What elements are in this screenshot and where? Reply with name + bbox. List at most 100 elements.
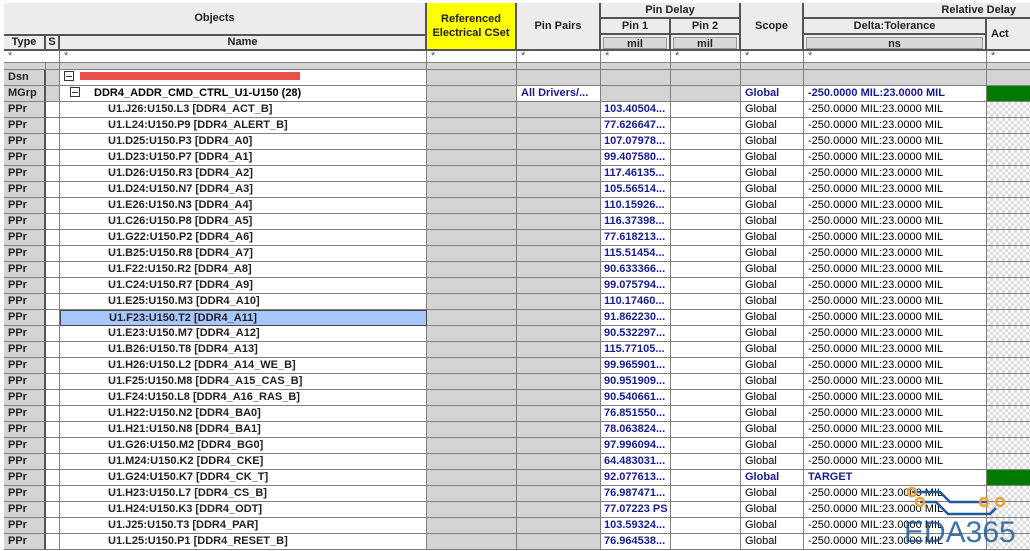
pin-pair-name[interactable]: U1.G24:U150.K7 [DDR4_CK_T]	[60, 470, 427, 486]
delta-tolerance-cell[interactable]: -250.0000 MIL:23.0000 MIL	[804, 326, 987, 342]
pin1-delay-value[interactable]: 77.07223 PS	[601, 502, 671, 518]
ref-cset-cell[interactable]	[427, 214, 517, 230]
pin1-delay-value[interactable]: 99.407580...	[601, 150, 671, 166]
pin-pair-name[interactable]: U1.G26:U150.M2 [DDR4_BG0]	[60, 438, 427, 454]
pin-pair-name[interactable]: U1.H24:U150.K3 [DDR4_ODT]	[60, 502, 427, 518]
pin1-delay-value[interactable]: 115.77105...	[601, 342, 671, 358]
ref-cset-cell[interactable]	[427, 486, 517, 502]
delta-tolerance-cell[interactable]: -250.0000 MIL:23.0000 MIL	[804, 454, 987, 470]
ref-cset-cell[interactable]	[427, 150, 517, 166]
pin-pairs-cell[interactable]	[517, 230, 601, 246]
scope-cell[interactable]: Global	[741, 422, 804, 438]
pin2-cell[interactable]	[671, 294, 741, 310]
pin2-cell[interactable]	[671, 422, 741, 438]
pin2-cell[interactable]	[671, 406, 741, 422]
pin2-cell[interactable]	[671, 390, 741, 406]
ref-cset-cell[interactable]	[427, 502, 517, 518]
pin1-delay-value[interactable]: 99.965901...	[601, 358, 671, 374]
delta-tolerance-header[interactable]: Delta:Tolerance	[804, 19, 987, 35]
scope-cell[interactable]: Global	[741, 502, 804, 518]
delta-tolerance-cell[interactable]: -250.0000 MIL:23.0000 MIL	[804, 246, 987, 262]
pin2-cell[interactable]	[671, 150, 741, 166]
pin2-cell[interactable]	[671, 214, 741, 230]
pin-pair-name[interactable]: U1.E26:U150.N3 [DDR4_A4]	[60, 198, 427, 214]
delta-tolerance-cell[interactable]: -250.0000 MIL:23.0000 MIL	[804, 86, 987, 102]
delta-tolerance-cell[interactable]: -250.0000 MIL:23.0000 MIL	[804, 534, 987, 550]
pin1-unit[interactable]: mil	[603, 37, 667, 49]
pin-pairs-cell[interactable]: All Drivers/...	[517, 86, 601, 102]
scope-cell[interactable]: Global	[741, 214, 804, 230]
pin1-delay-value[interactable]: 76.851550...	[601, 406, 671, 422]
pin2-cell[interactable]	[671, 86, 741, 102]
pin-pair-name[interactable]: U1.J25:U150.T3 [DDR4_PAR]	[60, 518, 427, 534]
ref-cset-cell[interactable]	[427, 422, 517, 438]
ref-cset-cell[interactable]	[427, 182, 517, 198]
pin1-header[interactable]: Pin 1	[601, 19, 671, 35]
pin2-cell[interactable]	[671, 134, 741, 150]
scope-cell[interactable]: Global	[741, 102, 804, 118]
pin-pairs-cell[interactable]	[517, 166, 601, 182]
pin2-cell[interactable]	[671, 182, 741, 198]
pin-pair-name[interactable]: U1.L25:U150.P1 [DDR4_RESET_B]	[60, 534, 427, 550]
delta-tolerance-cell[interactable]: -250.0000 MIL:23.0000 MIL	[804, 358, 987, 374]
pin-pair-name[interactable]: U1.D26:U150.R3 [DDR4_A2]	[60, 166, 427, 182]
scope-cell[interactable]: Global	[741, 438, 804, 454]
pin1-delay-value[interactable]: 91.862230...	[601, 310, 671, 326]
scope-cell[interactable]: Global	[741, 86, 804, 102]
delta-tolerance-cell[interactable]: -250.0000 MIL:23.0000 MIL	[804, 310, 987, 326]
filter-pin1[interactable]: *	[601, 51, 671, 63]
pin-pairs-cell[interactable]	[517, 326, 601, 342]
pin-pair-name[interactable]: U1.H21:U150.N8 [DDR4_BA1]	[60, 422, 427, 438]
scope-cell[interactable]: Global	[741, 326, 804, 342]
pin-pair-name[interactable]: U1.H22:U150.N2 [DDR4_BA0]	[60, 406, 427, 422]
scope-cell[interactable]: Global	[741, 230, 804, 246]
filter-act[interactable]: *	[987, 51, 1030, 63]
delta-tolerance-cell[interactable]: -250.0000 MIL:23.0000 MIL	[804, 166, 987, 182]
pin-pairs-cell[interactable]	[517, 374, 601, 390]
ref-cset-cell[interactable]	[427, 470, 517, 486]
pin1-delay-value[interactable]: 90.633366...	[601, 262, 671, 278]
filter-ref[interactable]: *	[427, 51, 517, 63]
delta-tolerance-cell[interactable]: TARGET	[804, 470, 987, 486]
design-name-cell[interactable]	[60, 70, 427, 86]
pin-pair-name[interactable]: U1.H26:U150.L2 [DDR4_A14_WE_B]	[60, 358, 427, 374]
pin2-cell[interactable]	[671, 518, 741, 534]
ref-cset-cell[interactable]	[427, 278, 517, 294]
filter-name[interactable]: *	[60, 51, 427, 63]
scope-cell[interactable]: Global	[741, 454, 804, 470]
delta-tolerance-cell[interactable]: -250.0000 MIL:23.0000 MIL	[804, 390, 987, 406]
delta-tolerance-cell[interactable]: -250.0000 MIL:23.0000 MIL	[804, 406, 987, 422]
delta-tolerance-cell[interactable]: -250.0000 MIL:23.0000 MIL	[804, 214, 987, 230]
actual-header[interactable]: Act	[987, 19, 1030, 51]
pin-pairs-cell[interactable]	[517, 390, 601, 406]
ref-cset-cell[interactable]	[427, 230, 517, 246]
ref-cset-cell[interactable]	[427, 374, 517, 390]
group-name-cell[interactable]: DDR4_ADDR_CMD_CTRL_U1-U150 (28)	[60, 86, 427, 102]
delta-tolerance-cell[interactable]: -250.0000 MIL:23.0000 MIL	[804, 230, 987, 246]
delta-tolerance-cell[interactable]: -250.0000 MIL:23.0000 MIL	[804, 182, 987, 198]
collapse-icon[interactable]	[70, 87, 80, 97]
pin-pairs-cell[interactable]	[517, 102, 601, 118]
delta-tolerance-cell[interactable]: -250.0000 MIL:23.0000 MIL	[804, 262, 987, 278]
pin-pair-name[interactable]: U1.J26:U150.L3 [DDR4_ACT_B]	[60, 102, 427, 118]
pin2-unit[interactable]: mil	[673, 37, 737, 49]
pin-pair-name[interactable]: U1.E23:U150.M7 [DDR4_A12]	[60, 326, 427, 342]
pin2-cell[interactable]	[671, 166, 741, 182]
pin-pairs-cell[interactable]	[517, 134, 601, 150]
pin1-delay-value[interactable]: 90.532297...	[601, 326, 671, 342]
pin1-delay-value[interactable]: 107.07978...	[601, 134, 671, 150]
ref-cset-cell[interactable]	[427, 166, 517, 182]
pin2-cell[interactable]	[671, 342, 741, 358]
pin1-cell[interactable]	[601, 86, 671, 102]
delta-tolerance-cell[interactable]: -250.0000 MIL:23.0000 MIL	[804, 118, 987, 134]
pin1-delay-value[interactable]: 77.626647...	[601, 118, 671, 134]
delta-unit[interactable]: ns	[806, 37, 983, 49]
pin-pair-name[interactable]: U1.C26:U150.P8 [DDR4_A5]	[60, 214, 427, 230]
pin-pairs-cell[interactable]	[517, 486, 601, 502]
ref-cset-cell[interactable]	[427, 326, 517, 342]
pin-pairs-header[interactable]: Pin Pairs	[517, 3, 601, 51]
ref-cset-cell[interactable]	[427, 390, 517, 406]
scope-cell[interactable]: Global	[741, 198, 804, 214]
pin2-cell[interactable]	[671, 246, 741, 262]
ref-cset-cell[interactable]	[427, 294, 517, 310]
